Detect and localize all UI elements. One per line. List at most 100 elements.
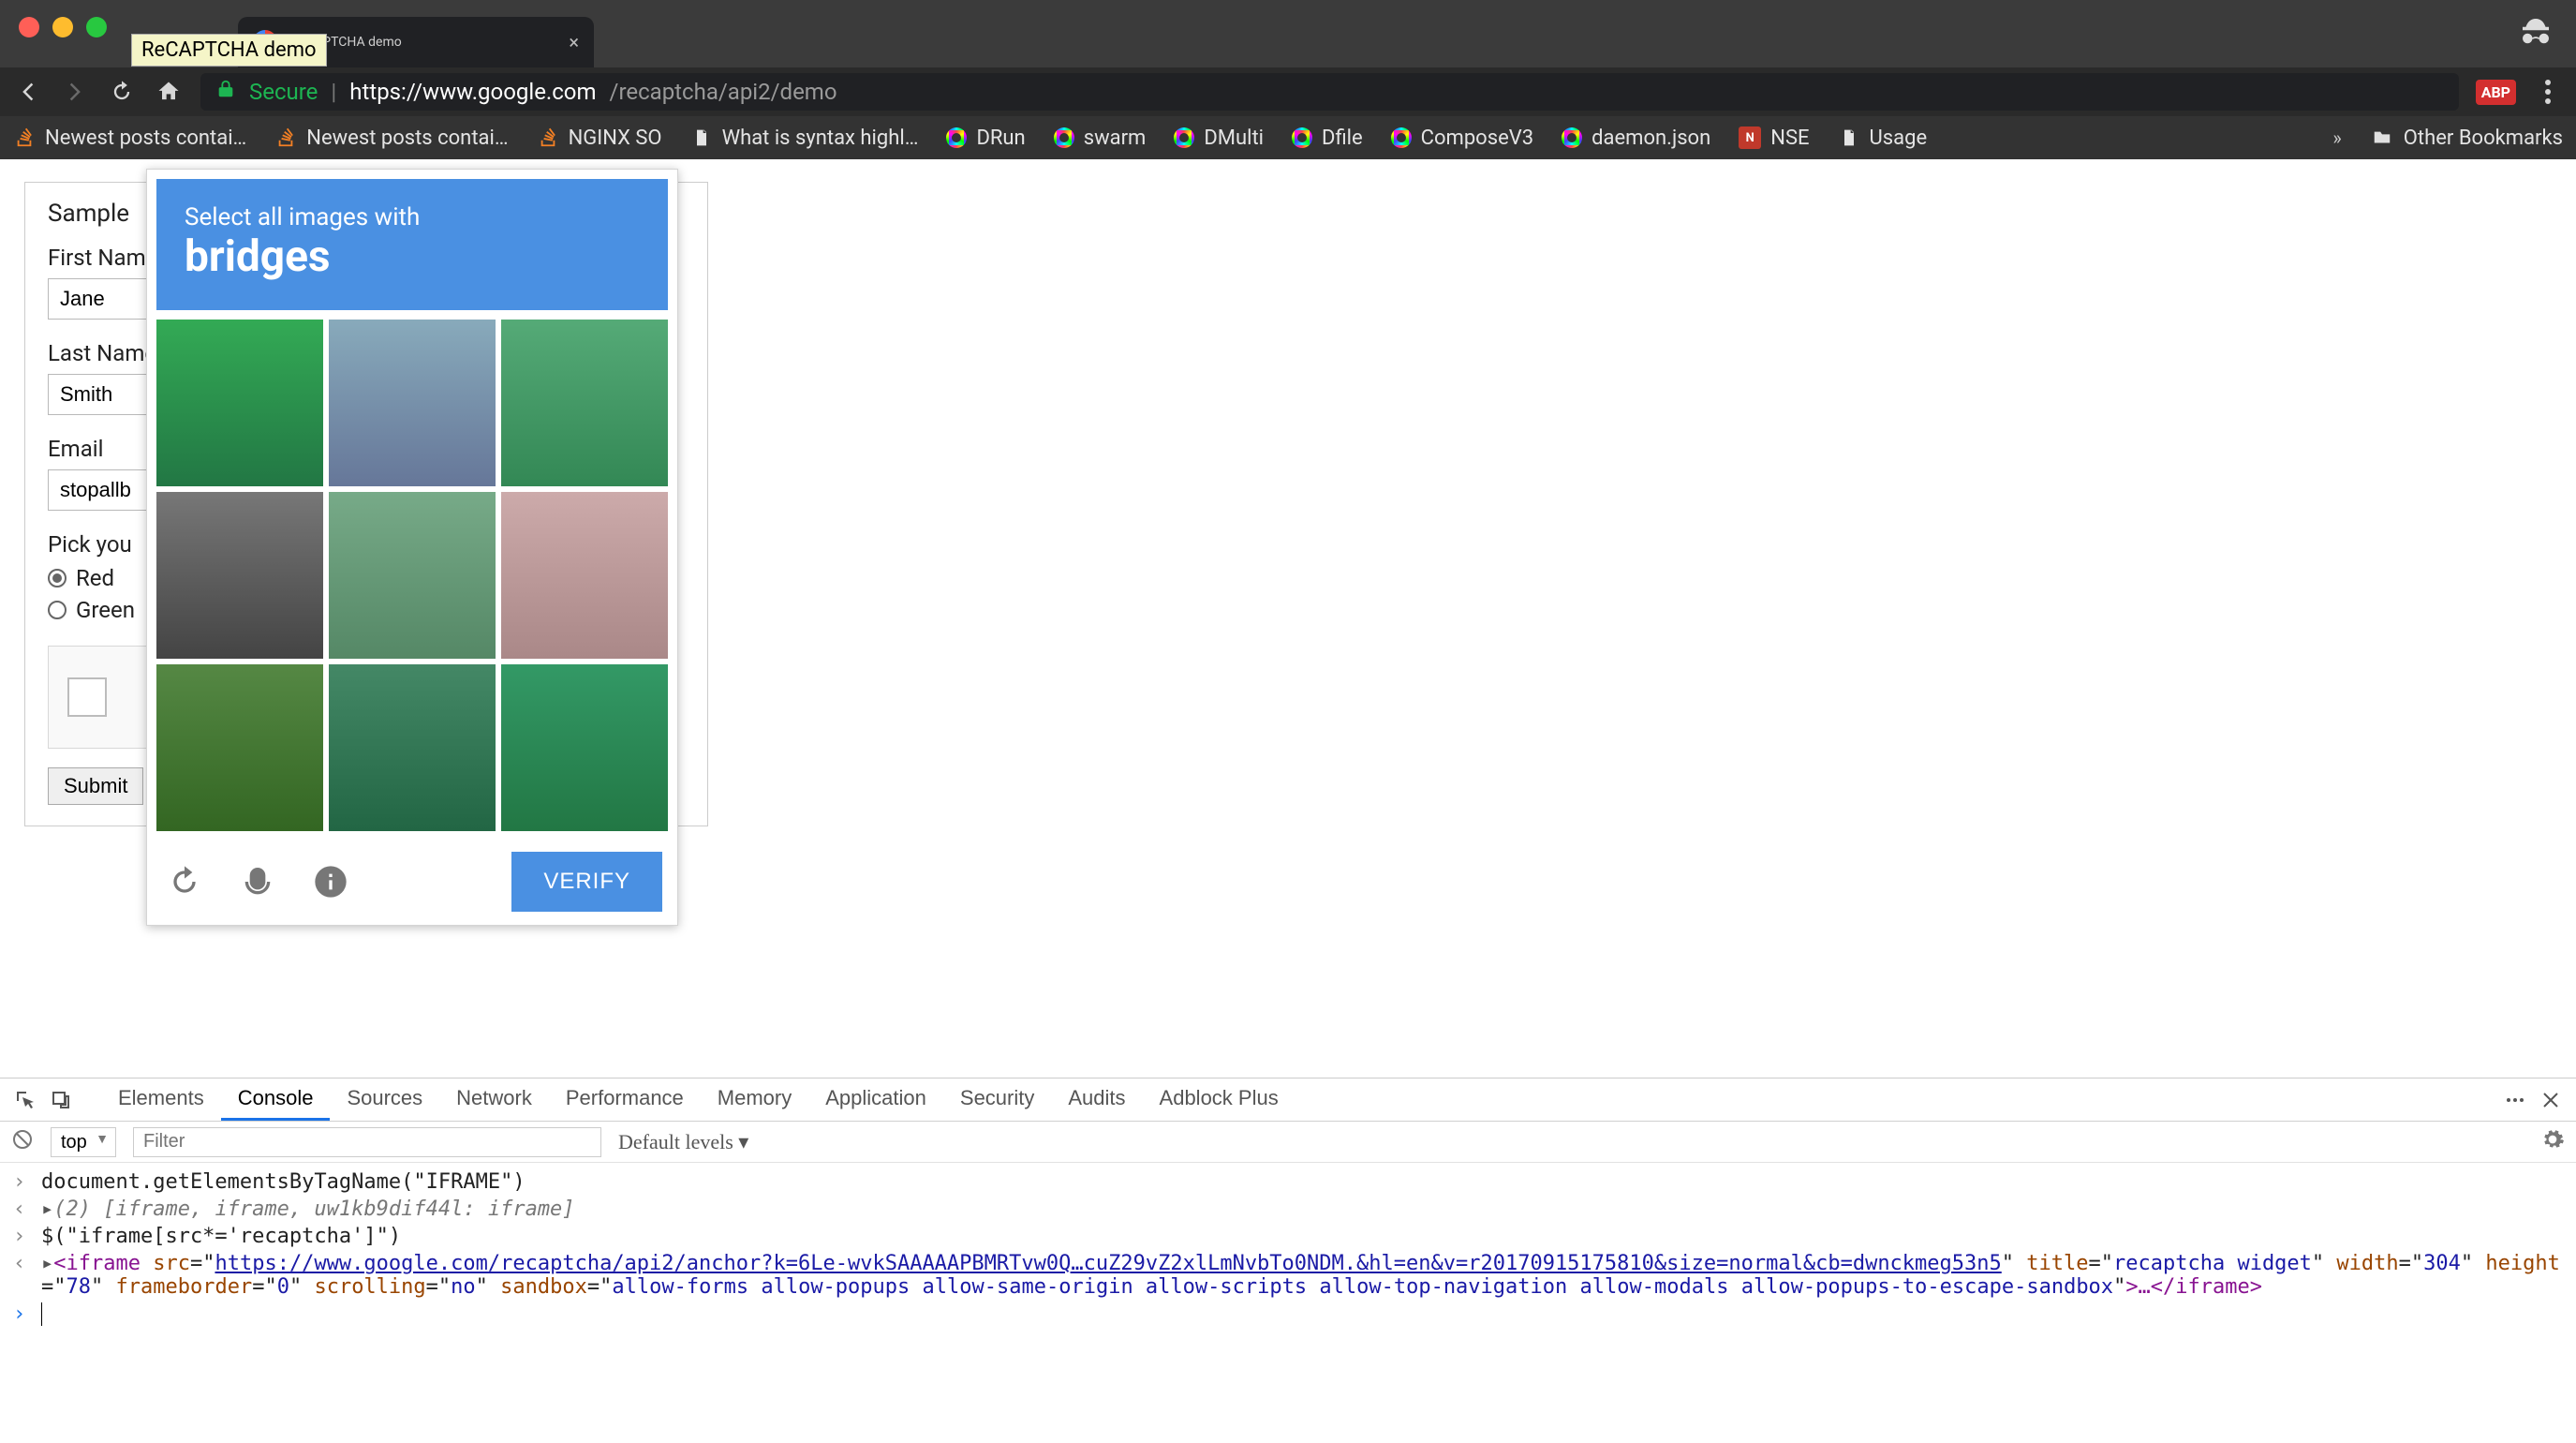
url-path: /recaptcha/api2/demo [610, 79, 837, 105]
stackoverflow-icon [537, 126, 559, 149]
stackoverflow-icon [13, 126, 36, 149]
console-filter-input[interactable] [133, 1127, 601, 1157]
devtools-panel: ElementsConsoleSourcesNetworkPerformance… [0, 1078, 2576, 1443]
bookmark-label: NGINX SO [569, 126, 662, 150]
bookmarks-overflow-icon[interactable]: » [2332, 126, 2341, 149]
devtools-tab[interactable]: Performance [549, 1079, 701, 1121]
console-line: $("iframe[src*='recaptcha']") [41, 1225, 401, 1248]
console-clear-icon[interactable] [11, 1128, 34, 1156]
bookmark-item[interactable]: DRun [946, 126, 1025, 150]
bookmark-label: DMulti [1204, 126, 1264, 150]
bookmark-label: Newest posts contai… [306, 126, 508, 150]
devtools-tab[interactable]: Security [943, 1079, 1051, 1121]
window-close-icon[interactable] [19, 17, 39, 37]
page-content: Sample First Name Last Name Email Pick y… [0, 159, 2576, 1078]
bookmark-item[interactable]: NGINX SO [537, 126, 662, 150]
nse-icon: N [1739, 126, 1761, 149]
document-icon [690, 126, 713, 149]
console-input[interactable] [41, 1302, 42, 1326]
tab-close-icon[interactable]: × [569, 31, 579, 53]
window-minimize-icon[interactable] [52, 17, 73, 37]
console-line: ▸(2) [iframe, iframe, uw1kb9dif44l: ifra… [41, 1198, 575, 1221]
rainbow-favicon-icon [946, 127, 967, 148]
radio-red-label: Red [76, 565, 114, 591]
console-line: document.getElementsByTagName("IFRAME") [41, 1170, 526, 1194]
recaptcha-info-icon[interactable] [308, 859, 353, 904]
recaptcha-audio-icon[interactable] [235, 859, 280, 904]
devtools-close-icon[interactable] [2535, 1084, 2567, 1116]
tab-tooltip: ReCAPTCHA demo [131, 34, 327, 67]
recaptcha-tile[interactable] [501, 664, 668, 831]
back-button[interactable] [13, 77, 43, 107]
recaptcha-footer: VERIFY [156, 852, 668, 912]
reload-button[interactable] [107, 77, 137, 107]
bookmark-item[interactable]: Dfile [1292, 126, 1363, 150]
recaptcha-tile[interactable] [329, 320, 496, 486]
devtools-tab[interactable]: Adblock Plus [1143, 1079, 1295, 1121]
devtools-tab[interactable]: Sources [330, 1079, 439, 1121]
recaptcha-tile[interactable] [501, 320, 668, 486]
recaptcha-tile[interactable] [156, 320, 323, 486]
bookmark-label: Usage [1870, 126, 1928, 150]
recaptcha-checkbox-icon[interactable] [67, 677, 107, 717]
bookmark-label: Dfile [1322, 126, 1363, 150]
recaptcha-target-word: bridges [185, 231, 640, 282]
inspect-element-icon[interactable] [9, 1084, 41, 1116]
recaptcha-tile[interactable] [156, 492, 323, 659]
traffic-lights [0, 17, 126, 75]
omnibox-separator: | [331, 79, 336, 105]
rainbow-favicon-icon [1292, 127, 1312, 148]
recaptcha-tile[interactable] [156, 664, 323, 831]
forward-button [60, 77, 90, 107]
bookmark-item[interactable]: N NSE [1739, 126, 1809, 150]
devtools-tab[interactable]: Memory [701, 1079, 808, 1121]
bookmark-item[interactable]: DMulti [1174, 126, 1264, 150]
console-line: ▸<iframe src="https://www.google.com/rec… [41, 1252, 2563, 1299]
console-context-select[interactable]: top [51, 1127, 116, 1157]
devtools-tab[interactable]: Elements [101, 1079, 221, 1121]
recaptcha-verify-button[interactable]: VERIFY [511, 852, 662, 912]
document-icon [1838, 126, 1860, 149]
bookmark-item[interactable]: Usage [1838, 126, 1928, 150]
recaptcha-image-grid [156, 320, 668, 831]
bookmark-item[interactable]: swarm [1054, 126, 1147, 150]
bookmark-item[interactable]: What is syntax highl… [690, 126, 919, 150]
devtools-tab[interactable]: Network [439, 1079, 549, 1121]
radio-dot-icon [48, 601, 67, 619]
window-chrome: ReCAPTCHA demo ReCAPTCHA demo × [0, 0, 2576, 67]
browser-menu-button[interactable] [2533, 77, 2563, 107]
incognito-icon [2516, 12, 2555, 55]
bookmark-item[interactable]: ComposeV3 [1391, 126, 1533, 150]
submit-button[interactable]: Submit [48, 767, 143, 805]
other-bookmarks-button[interactable]: Other Bookmarks [2370, 126, 2563, 150]
lock-icon [215, 79, 236, 105]
recaptcha-challenge: Select all images with bridges VERIFY [146, 169, 678, 926]
window-zoom-icon[interactable] [86, 17, 107, 37]
bookmark-item[interactable]: Newest posts contai… [274, 126, 508, 150]
console-settings-icon[interactable] [2540, 1127, 2565, 1157]
device-toolbar-icon[interactable] [45, 1084, 77, 1116]
devtools-menu-icon[interactable] [2499, 1084, 2531, 1116]
devtools-tab[interactable]: Console [221, 1079, 331, 1121]
devtools-tab[interactable]: Application [808, 1079, 943, 1121]
abp-extension-icon[interactable]: ABP [2476, 80, 2516, 105]
address-bar[interactable]: Secure | https://www.google.com/recaptch… [200, 73, 2459, 111]
home-button[interactable] [154, 77, 184, 107]
devtools-tab[interactable]: Audits [1051, 1079, 1142, 1121]
recaptcha-tile[interactable] [329, 664, 496, 831]
devtools-console-output[interactable]: ›document.getElementsByTagName("IFRAME")… [0, 1163, 2576, 1443]
console-levels-dropdown[interactable]: Default levels ▾ [618, 1130, 748, 1154]
recaptcha-tile[interactable] [329, 492, 496, 659]
bookmark-item[interactable]: daemon.json [1562, 126, 1710, 150]
radio-green-label: Green [76, 597, 135, 623]
recaptcha-reload-icon[interactable] [162, 859, 207, 904]
bookmark-label: DRun [976, 126, 1025, 150]
secure-label: Secure [249, 79, 318, 105]
browser-toolbar: Secure | https://www.google.com/recaptch… [0, 67, 2576, 116]
rainbow-favicon-icon [1174, 127, 1194, 148]
recaptcha-tile[interactable] [501, 492, 668, 659]
bookmark-label: NSE [1770, 126, 1809, 150]
bookmark-item[interactable]: Newest posts contai… [13, 126, 246, 150]
devtools-console-toolbar: top Default levels ▾ [0, 1122, 2576, 1163]
rainbow-favicon-icon [1562, 127, 1582, 148]
